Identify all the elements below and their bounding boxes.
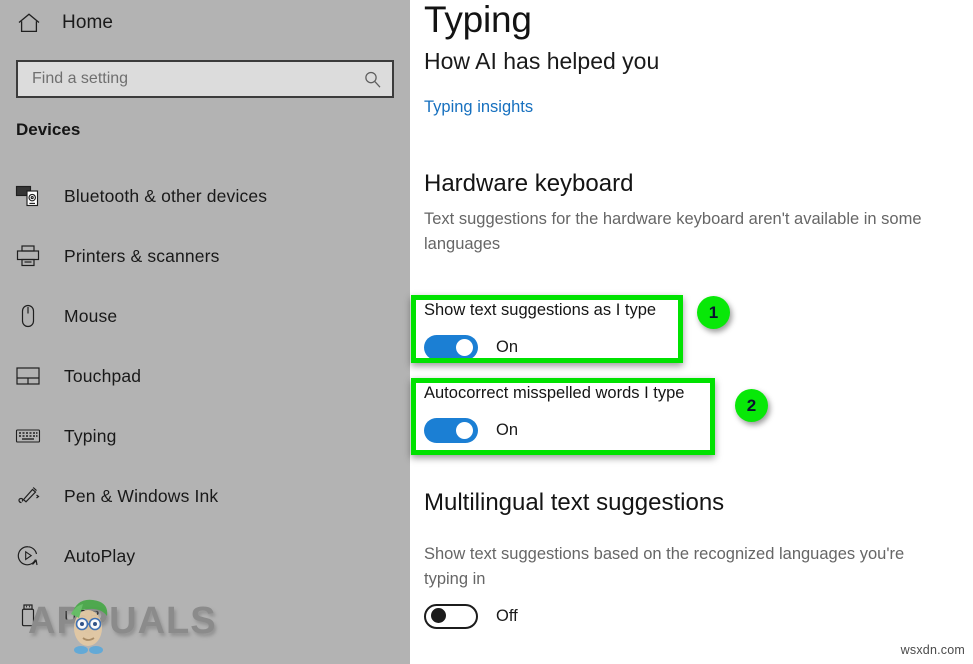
multilingual-section: Multilingual text suggestions Show text … bbox=[424, 488, 949, 629]
annotation-badge-2: 2 bbox=[735, 389, 768, 422]
sidebar-group-title: Devices bbox=[16, 120, 81, 139]
sidebar-item-label: Pen & Windows Ink bbox=[64, 485, 219, 506]
setting-label: Autocorrect misspelled words I type bbox=[424, 384, 685, 402]
sidebar-item-home[interactable]: Home bbox=[0, 0, 410, 46]
sidebar-home-label: Home bbox=[62, 12, 114, 33]
hardware-keyboard-description: Text suggestions for the hardware keyboa… bbox=[424, 210, 922, 253]
appuals-watermark-mascot bbox=[55, 594, 121, 661]
setting-label: Show text suggestions as I type bbox=[424, 301, 657, 319]
toggle-state-label: On bbox=[496, 338, 519, 356]
home-icon bbox=[16, 10, 42, 36]
setting-toggle-row: On bbox=[424, 418, 684, 443]
typing-insights-link[interactable]: Typing insights bbox=[424, 98, 533, 117]
multilingual-description: Show text suggestions based on the recog… bbox=[424, 545, 905, 588]
sidebar-item-typing[interactable]: Typing bbox=[0, 406, 410, 466]
annotation-badge-1: 1 bbox=[697, 296, 730, 329]
main-content: Typing How AI has helped you Typing insi… bbox=[410, 0, 973, 664]
sidebar-item-label: Bluetooth & other devices bbox=[64, 185, 268, 206]
sidebar: Home Devices bbox=[0, 0, 410, 664]
sidebar-item-touchpad[interactable]: Touchpad bbox=[0, 346, 410, 406]
sidebar-item-printers-scanners[interactable]: Printers & scanners bbox=[0, 226, 410, 286]
pen-icon bbox=[14, 482, 42, 510]
sidebar-item-bluetooth-other-devices[interactable]: Bluetooth & other devices bbox=[0, 166, 410, 226]
printer-icon bbox=[14, 242, 42, 270]
search-input[interactable] bbox=[32, 62, 363, 96]
sidebar-item-label: Typing bbox=[64, 425, 117, 446]
autocorrect-toggle[interactable] bbox=[424, 418, 478, 443]
toggle-knob bbox=[456, 422, 473, 439]
sidebar-item-mouse[interactable]: Mouse bbox=[0, 286, 410, 346]
mouse-icon bbox=[14, 302, 42, 330]
show-text-suggestions-toggle[interactable] bbox=[424, 335, 478, 360]
sidebar-item-label: Printers & scanners bbox=[64, 245, 220, 266]
touchpad-icon bbox=[14, 362, 42, 390]
toggle-knob bbox=[456, 339, 473, 356]
toggle-state-label: On bbox=[496, 421, 519, 439]
toggle-knob bbox=[431, 608, 446, 623]
bluetooth-devices-icon bbox=[14, 182, 42, 210]
sidebar-item-autoplay[interactable]: AutoPlay bbox=[0, 526, 410, 586]
multilingual-toggle[interactable] bbox=[424, 604, 478, 629]
toggle-state-label: Off bbox=[496, 607, 518, 625]
sidebar-item-label: AutoPlay bbox=[64, 545, 136, 566]
sidebar-item-label: Touchpad bbox=[64, 365, 142, 386]
hardware-keyboard-heading: Hardware keyboard bbox=[424, 170, 634, 197]
autocorrect-misspelled-words-setting: Autocorrect misspelled words I type On bbox=[424, 382, 684, 443]
multilingual-heading: Multilingual text suggestions bbox=[424, 489, 725, 516]
show-text-suggestions-setting: Show text suggestions as I type On bbox=[424, 299, 656, 360]
sidebar-nav: Bluetooth & other devices Printers & sca… bbox=[0, 166, 410, 646]
page-title: Typing bbox=[424, 0, 532, 40]
sidebar-item-label: Mouse bbox=[64, 305, 118, 326]
multilingual-toggle-row: Off bbox=[424, 604, 949, 629]
search-box[interactable] bbox=[16, 60, 394, 98]
site-watermark: wsxdn.com bbox=[900, 643, 965, 657]
sidebar-item-pen-windows-ink[interactable]: Pen & Windows Ink bbox=[0, 466, 410, 526]
settings-window: Home Devices bbox=[0, 0, 973, 664]
keyboard-icon bbox=[14, 422, 42, 450]
autoplay-icon bbox=[14, 542, 42, 570]
insights-heading: How AI has helped you bbox=[424, 48, 660, 74]
search-icon[interactable] bbox=[363, 70, 382, 89]
setting-toggle-row: On bbox=[424, 335, 656, 360]
